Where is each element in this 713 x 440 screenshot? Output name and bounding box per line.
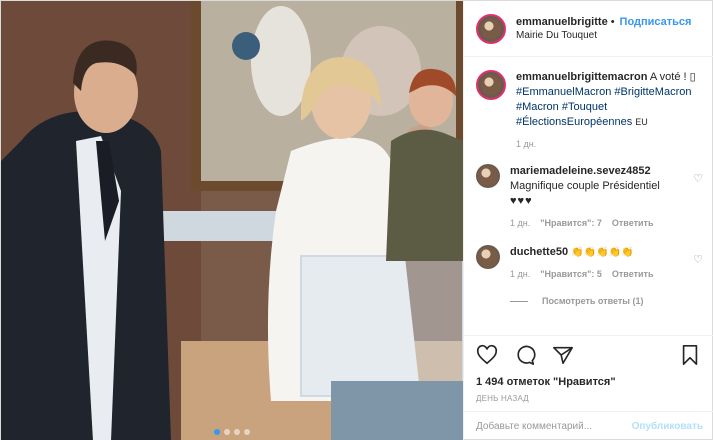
like-comment-heart-icon[interactable]: ♡	[693, 253, 703, 266]
eu-flag: EU	[635, 117, 648, 127]
carousel-dot[interactable]	[224, 429, 230, 435]
comment-emoji: 👏👏👏👏👏	[571, 247, 634, 258]
separator-dot: •	[610, 15, 615, 28]
comment-item: duchette50 👏👏👏👏👏 1 дн. "Нравится": 5 Отв…	[476, 245, 703, 309]
caption-text: A voté ! ▯	[649, 71, 696, 83]
comment-likes[interactable]: "Нравится": 7	[540, 216, 602, 231]
reply-button[interactable]: Ответить	[612, 267, 654, 282]
reply-button[interactable]: Ответить	[612, 216, 654, 231]
post-actions: 1 494 отметок "Нравится" ДЕНЬ НАЗАД	[464, 335, 713, 403]
view-replies-label[interactable]: Посмотреть ответы (1)	[542, 294, 643, 309]
caption-username[interactable]: emmanuelbrigittemacron	[516, 71, 647, 83]
posted-time[interactable]: ДЕНЬ НАЗАД	[476, 394, 703, 403]
comment-item: mariemadeleine.sevez4852 Magnifique coup…	[476, 164, 703, 231]
post-photo[interactable]	[1, 1, 463, 440]
carousel-dot[interactable]	[234, 429, 240, 435]
hashtag-line[interactable]: #EmmanuelMacron #BrigitteMacron	[516, 86, 691, 98]
commenter-avatar[interactable]	[476, 245, 500, 269]
comment-emoji: ♥♥♥	[510, 195, 533, 207]
comment-username[interactable]: duchette50	[510, 246, 568, 258]
comment-input[interactable]	[476, 421, 632, 432]
header-text: emmanuelbrigitte • Подписаться Mairie Du…	[516, 15, 691, 43]
hashtag-macron[interactable]: #Macron	[516, 101, 559, 113]
hashtag-touquet[interactable]: #Touquet	[562, 101, 607, 113]
commenter-avatar[interactable]	[476, 164, 500, 188]
photo-illustration	[1, 1, 463, 440]
view-replies-button[interactable]: Посмотреть ответы (1)	[510, 294, 698, 309]
bookmark-icon[interactable]	[679, 344, 703, 368]
caption: emmanuelbrigittemacron A voté ! ▯ #Emman…	[476, 70, 703, 152]
comment-likes[interactable]: "Нравится": 5	[540, 267, 602, 282]
likes-count[interactable]: 1 494 отметок "Нравится"	[476, 376, 703, 388]
post-header: emmanuelbrigitte • Подписаться Mairie Du…	[464, 1, 713, 57]
comment-bubble-icon[interactable]	[514, 344, 538, 368]
author-avatar[interactable]	[476, 13, 506, 44]
caption-time[interactable]: 1 дн.	[516, 137, 536, 152]
carousel-dot[interactable]	[214, 429, 220, 435]
comment-time[interactable]: 1 дн.	[510, 216, 530, 231]
replies-divider	[510, 301, 528, 302]
caption-avatar[interactable]	[476, 70, 506, 100]
comment-text: Magnifique couple Présidentiel	[510, 180, 660, 192]
post-sidebar: emmanuelbrigitte • Подписаться Mairie Du…	[463, 1, 713, 440]
comment-username[interactable]: mariemadeleine.sevez4852	[510, 165, 651, 177]
location-link[interactable]: Mairie Du Touquet	[516, 29, 691, 43]
author-username[interactable]: emmanuelbrigitte	[516, 15, 608, 29]
instagram-post: emmanuelbrigitte • Подписаться Mairie Du…	[0, 0, 713, 440]
follow-button[interactable]: Подписаться	[620, 15, 692, 29]
publish-button[interactable]: Опубликовать	[632, 421, 703, 432]
add-comment-bar: Опубликовать	[464, 411, 713, 440]
like-heart-icon[interactable]	[476, 344, 500, 368]
carousel-dot[interactable]	[244, 429, 250, 435]
carousel-indicator[interactable]	[1, 429, 463, 435]
hashtag-elections[interactable]: #ÉlectionsEuropéennes	[516, 116, 632, 128]
comment-time[interactable]: 1 дн.	[510, 267, 530, 282]
like-comment-heart-icon[interactable]: ♡	[693, 172, 703, 185]
share-icon[interactable]	[552, 344, 576, 368]
comments-section[interactable]: emmanuelbrigittemacron A voté ! ▯ #Emman…	[464, 58, 713, 333]
